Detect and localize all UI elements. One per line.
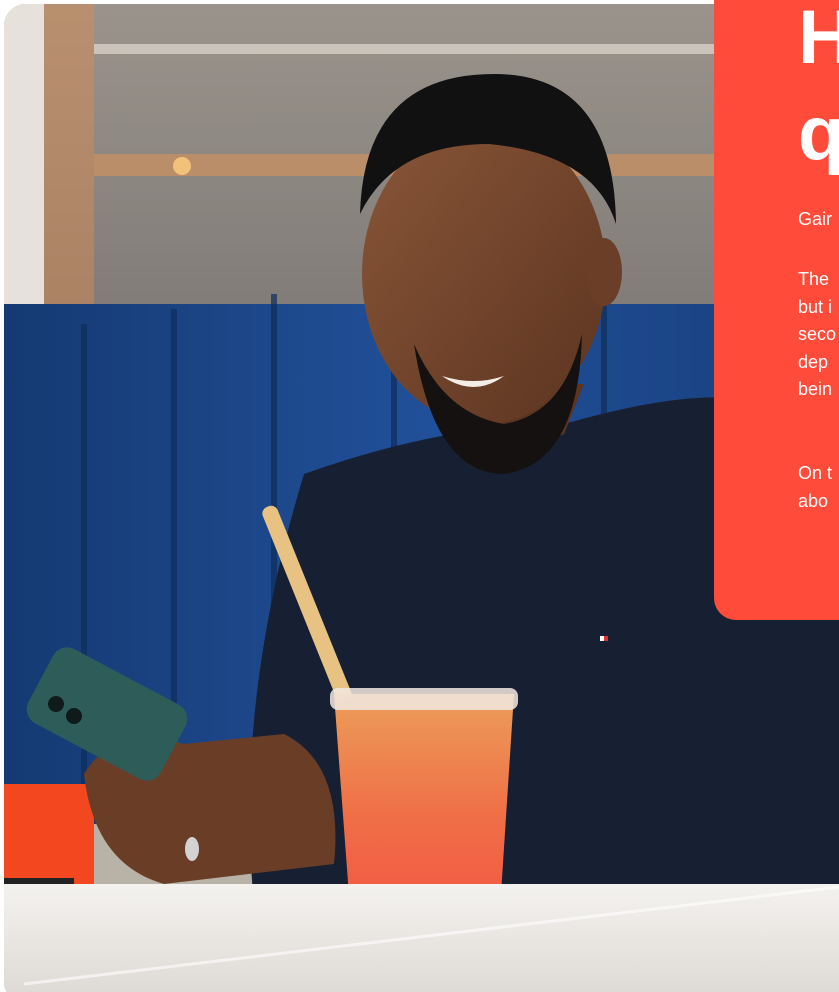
callout-paragraph: The but i seco dep bein <box>798 269 837 399</box>
callout-paragraph: Gair <box>798 209 833 229</box>
callout-headline: H q <box>798 0 839 176</box>
hero-section: H q Gair The but i seco dep bein On t ab… <box>0 0 839 992</box>
callout-paragraph: On t abo <box>798 463 833 511</box>
feature-callout-card: H q Gair The but i seco dep bein On t ab… <box>714 0 839 620</box>
